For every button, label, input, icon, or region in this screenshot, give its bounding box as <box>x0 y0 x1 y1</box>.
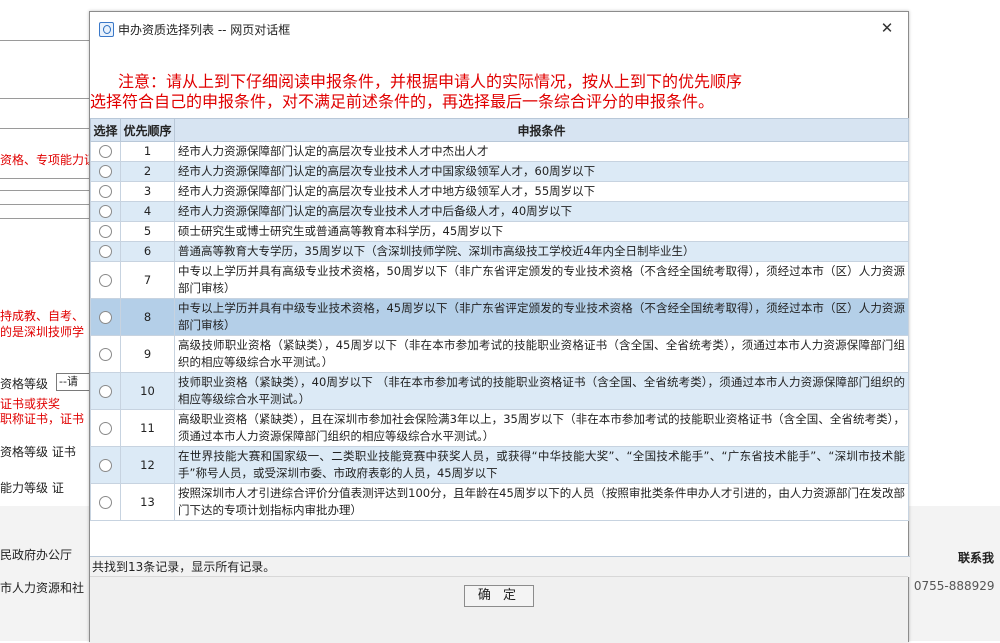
bg-text-title-cert: 职称证书，证书 <box>0 412 85 426</box>
priority-cell: 13 <box>120 483 175 521</box>
select-cell <box>90 409 121 447</box>
table-row[interactable]: 11 高级职业资格（紧缺类），且在深圳市参加社会保险满3年以上，35周岁以下（非在… <box>90 409 909 447</box>
bg-text-holder: 持成教、自考、 <box>0 309 85 323</box>
select-cell <box>90 335 121 373</box>
ie-page-icon <box>99 22 114 37</box>
bg-text-level: 资格等级 <box>0 377 49 391</box>
priority-cell: 10 <box>120 372 175 410</box>
select-radio[interactable] <box>99 205 112 218</box>
table-row[interactable]: 3 经市人力资源保障部门认定的高层次专业技术人才中地方级领军人才，55周岁以下 <box>90 181 909 202</box>
condition-cell: 在世界技能大赛和国家级一、二类职业技能竞赛中获奖人员，或获得“中华技能大奖”、“… <box>174 446 909 484</box>
select-cell <box>90 161 121 182</box>
select-cell <box>90 298 121 336</box>
bg-text-level-cert: 资格等级 证书 <box>0 445 76 459</box>
table-row[interactable]: 13 按照深圳市人才引进综合评价分值表测评达到100分，且年龄在45周岁以下的人员… <box>90 483 909 521</box>
bg-divider <box>0 218 90 219</box>
condition-cell: 高级技师职业资格（紧缺类），45周岁以下（非在本市参加考试的技能职业资格证书（含… <box>174 335 909 373</box>
table-row[interactable]: 6 普通高等教育大专学历，35周岁以下（含深圳技师学院、深圳市高级技工学校近4年内… <box>90 241 909 262</box>
condition-cell: 按照深圳市人才引进综合评价分值表测评达到100分，且年龄在45周岁以下的人员（按… <box>174 483 909 521</box>
close-button[interactable]: ✕ <box>876 17 898 39</box>
condition-cell: 经市人力资源保障部门认定的高层次专业技术人才中杰出人才 <box>174 141 909 162</box>
table-row[interactable]: 9 高级技师职业资格（紧缺类），45周岁以下（非在本市参加考试的技能职业资格证书（… <box>90 335 909 373</box>
priority-cell: 3 <box>120 181 175 202</box>
select-cell <box>90 221 121 242</box>
condition-cell: 经市人力资源保障部门认定的高层次专业技术人才中后备级人才，40周岁以下 <box>174 201 909 222</box>
condition-cell: 高级职业资格（紧缺类），且在深圳市参加社会保险满3年以上，35周岁以下（非在本市… <box>174 409 909 447</box>
select-cell <box>90 261 121 299</box>
select-radio[interactable] <box>99 185 112 198</box>
condition-cell: 普通高等教育大专学历，35周岁以下（含深圳技师学院、深圳市高级技工学校近4年内全… <box>174 241 909 262</box>
priority-cell: 5 <box>120 221 175 242</box>
bg-divider <box>0 178 90 179</box>
notice-line-2: 选择符合自己的申报条件，对不满足前述条件的，再选择最后一条综合评分的申报条件。 <box>90 92 715 111</box>
bg-footer-dept: 市人力资源和社 <box>0 581 85 595</box>
status-text: 共找到13条记录，显示所有记录。 <box>90 556 910 577</box>
select-radio[interactable] <box>99 421 112 435</box>
condition-cell: 经市人力资源保障部门认定的高层次专业技术人才中地方级领军人才，55周岁以下 <box>174 181 909 202</box>
select-cell <box>90 201 121 222</box>
condition-table: 选择 优先顺序 申报条件 1 经市人力资源保障部门认定的高层次专业技术人才中杰出人… <box>90 118 909 521</box>
priority-cell: 9 <box>120 335 175 373</box>
table-row[interactable]: 4 经市人力资源保障部门认定的高层次专业技术人才中后备级人才，40周岁以下 <box>90 201 909 222</box>
table-row[interactable]: 10 技师职业资格（紧缺类），40周岁以下 （非在本市参加考试的技能职业资格证书（… <box>90 372 909 410</box>
table-row[interactable]: 2 经市人力资源保障部门认定的高层次专业技术人才中国家级领军人才，60周岁以下 <box>90 161 909 182</box>
priority-cell: 1 <box>120 141 175 162</box>
table-row[interactable]: 1 经市人力资源保障部门认定的高层次专业技术人才中杰出人才 <box>90 141 909 162</box>
header-condition: 申报条件 <box>174 118 909 142</box>
header-priority: 优先顺序 <box>120 118 175 142</box>
select-cell <box>90 141 121 162</box>
priority-cell: 11 <box>120 409 175 447</box>
select-cell <box>90 483 121 521</box>
condition-cell: 经市人力资源保障部门认定的高层次专业技术人才中国家级领军人才，60周岁以下 <box>174 161 909 182</box>
bg-divider <box>0 128 90 129</box>
notice-text: 注意：请从上到下仔细阅读申报条件，并根据申请人的实际情况，按从上到下的优先顺序 … <box>90 72 908 112</box>
select-radio[interactable] <box>99 225 112 238</box>
bg-text-school: 的是深圳技师学 <box>0 325 85 339</box>
select-cell <box>90 446 121 484</box>
bg-divider <box>0 190 90 191</box>
select-cell <box>90 241 121 262</box>
bg-footer-org: 民政府办公厅 <box>0 548 73 562</box>
table-row[interactable]: 7 中专以上学历并具有高级专业技术资格，50周岁以下（非广东省评定颁发的专业技术资… <box>90 261 909 299</box>
select-radio[interactable] <box>99 495 112 509</box>
table-row[interactable]: 5 硕士研究生或博士研究生或普通高等教育本科学历，45周岁以下 <box>90 221 909 242</box>
select-radio[interactable] <box>99 165 112 178</box>
bg-text-ability-level: 能力等级 证 <box>0 481 64 495</box>
table-row[interactable]: 12 在世界技能大赛和国家级一、二类职业技能竞赛中获奖人员，或获得“中华技能大奖”… <box>90 446 909 484</box>
priority-cell: 4 <box>120 201 175 222</box>
select-radio[interactable] <box>99 145 112 158</box>
bg-divider <box>0 98 90 99</box>
bg-divider <box>0 40 90 41</box>
header-select: 选择 <box>90 118 121 142</box>
priority-cell: 6 <box>120 241 175 262</box>
select-radio[interactable] <box>99 310 112 324</box>
bg-text-qualification: 资格、专项能力证 <box>0 153 97 167</box>
dialog-title: 申办资质选择列表 -- 网页对话框 <box>118 23 291 37</box>
select-cell <box>90 181 121 202</box>
button-bar: 确 定 <box>90 576 908 643</box>
select-radio[interactable] <box>99 273 112 287</box>
condition-cell: 中专以上学历并具有高级专业技术资格，50周岁以下（非广东省评定颁发的专业技术资格… <box>174 261 909 299</box>
select-cell <box>90 372 121 410</box>
condition-cell: 中专以上学历并具有中级专业技术资格，45周岁以下（非广东省评定颁发的专业技术资格… <box>174 298 909 336</box>
condition-cell: 技师职业资格（紧缺类），40周岁以下 （非在本市参加考试的技能职业资格证书（含全… <box>174 372 909 410</box>
bg-footer-contact: 联系我 <box>958 551 995 565</box>
select-radio[interactable] <box>99 458 112 472</box>
select-radio[interactable] <box>99 245 112 258</box>
bg-footer-phone: : 0755-888929 <box>906 579 995 593</box>
priority-cell: 8 <box>120 298 175 336</box>
priority-cell: 7 <box>120 261 175 299</box>
bg-level-select[interactable]: --请 <box>56 373 90 391</box>
condition-cell: 硕士研究生或博士研究生或普通高等教育本科学历，45周岁以下 <box>174 221 909 242</box>
select-radio[interactable] <box>99 347 112 361</box>
table-row[interactable]: 8 中专以上学历并具有中级专业技术资格，45周岁以下（非广东省评定颁发的专业技术资… <box>90 298 909 336</box>
priority-cell: 12 <box>120 446 175 484</box>
priority-cell: 2 <box>120 161 175 182</box>
select-radio[interactable] <box>99 384 112 398</box>
confirm-button[interactable]: 确 定 <box>464 585 534 607</box>
notice-line-1: 注意：请从上到下仔细阅读申报条件，并根据申请人的实际情况，按从上到下的优先顺序 <box>118 72 743 91</box>
bg-divider <box>0 204 90 205</box>
dialog-titlebar[interactable]: 申办资质选择列表 -- 网页对话框 ✕ <box>90 12 908 46</box>
qualification-dialog: 申办资质选择列表 -- 网页对话框 ✕ 注意：请从上到下仔细阅读申报条件，并根据… <box>89 11 910 643</box>
